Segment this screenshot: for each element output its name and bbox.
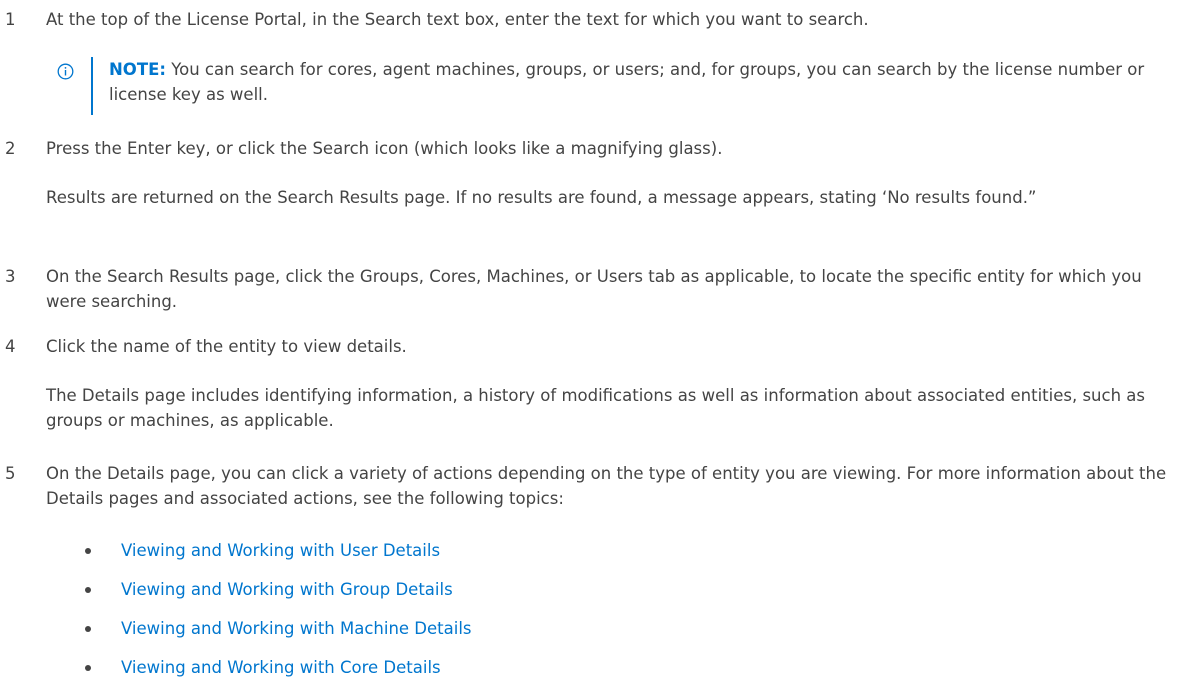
step-number: 2 bbox=[5, 139, 16, 158]
step-2-result: Results are returned on the Search Resul… bbox=[46, 188, 1037, 207]
step-text: On the Search Results page, click the Gr… bbox=[46, 267, 1142, 311]
bullet-icon bbox=[85, 587, 91, 593]
step-text: On the Details page, you can click a var… bbox=[46, 464, 1167, 508]
info-icon bbox=[57, 62, 74, 80]
step-4-result: The Details page includes identifying in… bbox=[46, 386, 1145, 430]
step-number: 4 bbox=[5, 337, 16, 356]
note-label: NOTE: bbox=[109, 60, 166, 79]
note-body: You can search for cores, agent machines… bbox=[109, 60, 1145, 104]
document-page: 1 At the top of the License Portal, in t… bbox=[0, 0, 1179, 697]
step-text: Click the name of the entity to view det… bbox=[46, 337, 407, 356]
link-core-details[interactable]: Viewing and Working with Core Details bbox=[121, 655, 441, 680]
note-divider bbox=[91, 57, 93, 115]
step-number: 1 bbox=[5, 10, 16, 29]
step-number: 3 bbox=[5, 267, 16, 286]
note-text: NOTE: You can search for cores, agent ma… bbox=[109, 57, 1167, 107]
bullet-icon bbox=[85, 665, 91, 671]
step-text: At the top of the License Portal, in the… bbox=[46, 10, 869, 29]
step-number: 5 bbox=[5, 464, 16, 483]
link-user-details[interactable]: Viewing and Working with User Details bbox=[121, 538, 440, 563]
note-callout: NOTE: You can search for cores, agent ma… bbox=[57, 57, 1167, 117]
step-text: Press the Enter key, or click the Search… bbox=[46, 139, 723, 158]
link-group-details[interactable]: Viewing and Working with Group Details bbox=[121, 577, 453, 602]
link-machine-details[interactable]: Viewing and Working with Machine Details bbox=[121, 616, 472, 641]
bullet-icon bbox=[85, 548, 91, 554]
bullet-icon bbox=[85, 626, 91, 632]
